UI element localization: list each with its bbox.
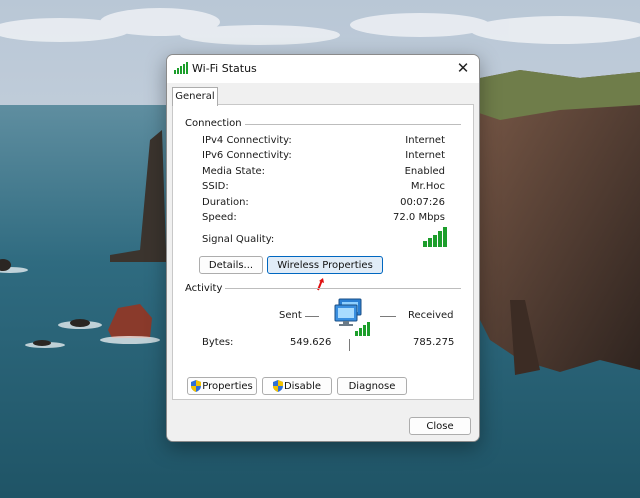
disable-button-label: Disable xyxy=(283,381,322,392)
title-bar: Wi-Fi Status ✕ xyxy=(167,55,479,83)
duration-value: 00:07:26 xyxy=(400,197,445,208)
signal-quality-label: Signal Quality: xyxy=(202,234,275,245)
ipv4-label: IPv4 Connectivity: xyxy=(202,135,292,146)
speed-label: Speed: xyxy=(202,212,237,223)
wifi-status-dialog: Wi-Fi Status ✕ General Connection IPv4 C… xyxy=(166,54,480,442)
bytes-received-value: 785.275 xyxy=(413,337,455,348)
ipv4-value: Internet xyxy=(405,135,445,146)
properties-button[interactable]: Properties xyxy=(187,377,257,395)
speed-value: 72.0 Mbps xyxy=(393,212,445,223)
shield-icon xyxy=(272,380,283,392)
annotation-arrow-icon xyxy=(316,277,326,294)
dialog-footer: Close xyxy=(167,405,479,441)
tab-general[interactable]: General xyxy=(172,87,218,106)
activity-group-label: Activity xyxy=(185,283,226,294)
wireless-properties-button[interactable]: Wireless Properties xyxy=(267,256,383,274)
diagnose-button[interactable]: Diagnose xyxy=(337,377,407,395)
tab-strip: General xyxy=(167,83,479,106)
ipv6-label: IPv6 Connectivity: xyxy=(202,150,292,161)
general-panel: Connection IPv4 Connectivity: Internet I… xyxy=(172,104,474,400)
close-button[interactable]: Close xyxy=(409,417,471,435)
media-state-label: Media State: xyxy=(202,166,266,177)
shield-icon xyxy=(191,380,202,392)
disable-button[interactable]: Disable xyxy=(262,377,332,395)
sent-label: Sent xyxy=(279,310,302,321)
window-title: Wi-Fi Status xyxy=(192,62,257,75)
ipv6-value: Internet xyxy=(405,150,445,161)
bytes-label: Bytes: xyxy=(202,337,234,348)
network-computer-icon xyxy=(333,297,375,340)
details-button[interactable]: Details... xyxy=(199,256,263,274)
ssid-value: Mr.Hoc xyxy=(410,181,445,192)
sent-dash xyxy=(305,316,319,317)
signal-quality-icon xyxy=(423,227,449,250)
ssid-label: SSID: xyxy=(202,181,229,192)
connection-group-label: Connection xyxy=(185,118,245,129)
duration-label: Duration: xyxy=(202,197,249,208)
received-dash xyxy=(380,316,396,317)
bytes-sent-value: 549.626 xyxy=(290,337,332,348)
activity-group-line xyxy=(185,288,461,289)
media-state-value: Enabled xyxy=(404,166,445,177)
close-icon[interactable]: ✕ xyxy=(447,55,479,83)
received-label: Received xyxy=(408,310,454,321)
properties-button-label: Properties xyxy=(202,381,253,392)
bytes-divider xyxy=(349,339,350,351)
wifi-signal-icon xyxy=(174,62,188,77)
